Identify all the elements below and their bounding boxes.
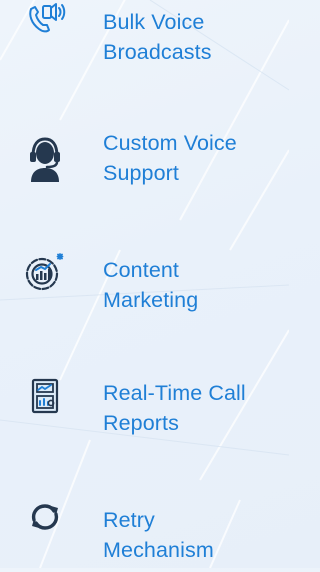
- feature-title-line2: Reports: [103, 411, 179, 435]
- voice-broadcast-icon: [20, 0, 70, 44]
- feature-title-line1: Custom Voice: [103, 131, 237, 155]
- content-marketing-icon: [20, 247, 70, 297]
- feature-retry-mechanism: Retry Mechanism: [0, 492, 289, 572]
- feature-real-time-call-reports: Real-Time Call Reports: [0, 370, 289, 450]
- feature-custom-voice-support: Custom Voice Support: [0, 120, 289, 200]
- feature-title-line1: Bulk Voice: [103, 10, 205, 34]
- call-report-icon: [20, 371, 70, 421]
- headset-agent-icon: [20, 134, 70, 184]
- feature-title-line1: Retry: [103, 508, 155, 532]
- feature-title-line2: Broadcasts: [103, 40, 212, 64]
- feature-bulk-voice-broadcasts: Bulk Voice Broadcasts: [0, 0, 289, 80]
- feature-list: Bulk Voice Broadcasts Custom Voice Suppo…: [0, 0, 289, 568]
- feature-title-line1: Real-Time Call: [103, 381, 246, 405]
- feature-title-line2: Marketing: [103, 288, 199, 312]
- feature-title-line2: Support: [103, 161, 180, 185]
- feature-title-line2: Mechanism: [103, 538, 214, 562]
- feature-title-line1: Content: [103, 258, 180, 282]
- retry-icon: [20, 492, 70, 542]
- feature-content-marketing: Content Marketing: [0, 248, 289, 328]
